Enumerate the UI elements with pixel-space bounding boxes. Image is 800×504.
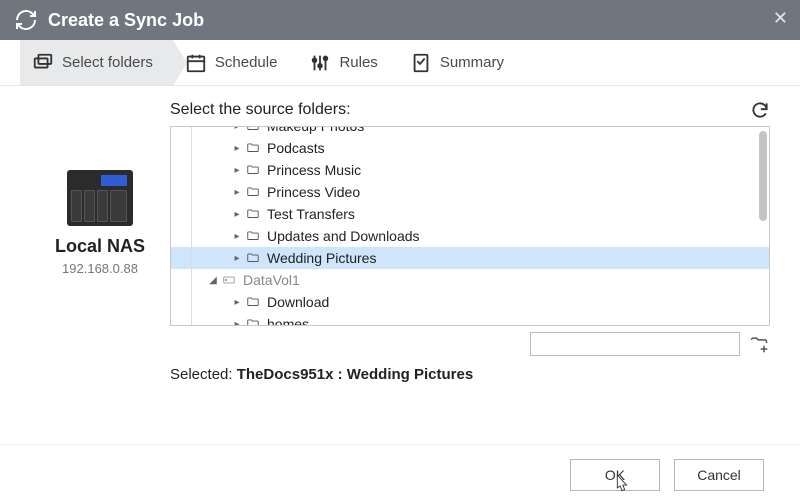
folder-icon [245,163,261,177]
tree-item-label: Download [267,294,329,310]
folder-icon [245,126,261,133]
new-folder-icon[interactable] [748,333,770,355]
chevron-right-icon[interactable]: ▸ [231,319,243,327]
tree-scrollbar[interactable] [759,131,767,221]
chevron-right-icon[interactable]: ▸ [231,165,243,176]
folder-icon [245,251,261,265]
folder-icon [245,141,261,155]
titlebar: Create a Sync Job ✕ [0,0,800,40]
nas-device-image [67,170,133,226]
tree-item-label: Updates and Downloads [267,228,420,244]
folder-icon [245,207,261,221]
dialog-body: Local NAS 192.168.0.88 Select the source… [0,86,800,444]
chevron-right-icon[interactable]: ▸ [231,143,243,154]
sync-app-icon [14,8,38,32]
folder-icon [245,229,261,243]
folder-icon [245,317,261,326]
wizard-steps: Select folders Schedule Rules [0,40,800,86]
chevron-down-icon[interactable]: ◢ [207,275,219,286]
step-schedule[interactable]: Schedule [173,40,298,85]
tree-folder[interactable]: ▸ Princess Music [171,159,769,181]
tree-folder[interactable]: ▸ Updates and Downloads [171,225,769,247]
folder-tree[interactable]: ▸ Makeup Photos ▸ Podcasts ▸ Princess Music ▸ P… [170,126,770,326]
tree-item-label: Princess Music [267,162,361,178]
cancel-button[interactable]: Cancel [674,459,764,491]
tree-item-label: Princess Video [267,184,360,200]
tree-guide-line [191,127,192,325]
tree-folder[interactable]: ▸ Makeup Photos [171,126,769,137]
tree-folder[interactable]: ▸ Podcasts [171,137,769,159]
calendar-icon [185,52,207,74]
folder-picker-panel: Select the source folders: ▸ Makeup Photo… [170,100,770,438]
chevron-right-icon[interactable]: ▸ [231,231,243,242]
step-label: Rules [339,54,377,71]
document-check-icon [410,52,432,74]
chevron-right-icon[interactable]: ▸ [231,297,243,308]
tree-folder[interactable]: ▸ Wedding Pictures [171,247,769,269]
panel-heading: Select the source folders: [170,101,351,119]
dialog-footer: OK Cancel [0,444,800,504]
sliders-icon [309,52,331,74]
chevron-right-icon[interactable]: ▸ [231,253,243,264]
folder-icon [245,185,261,199]
step-label: Select folders [62,54,153,71]
step-select-folders[interactable]: Select folders [20,40,173,85]
tree-folder[interactable]: ▸ homes [171,313,769,326]
step-rules[interactable]: Rules [297,40,397,85]
tree-item-label: Wedding Pictures [267,250,376,266]
tree-folder[interactable]: ▸ Princess Video [171,181,769,203]
tree-folder[interactable]: ▸ Download [171,291,769,313]
step-summary[interactable]: Summary [398,40,524,85]
ok-button[interactable]: OK [570,459,660,491]
folders-stack-icon [32,52,54,74]
device-ip: 192.168.0.88 [62,261,138,276]
drive-icon [221,273,237,287]
chevron-right-icon[interactable]: ▸ [231,126,243,132]
tree-volume[interactable]: ◢ DataVol1 [171,269,769,291]
tree-folder[interactable]: ▸ Test Transfers [171,203,769,225]
chevron-right-icon[interactable]: ▸ [231,209,243,220]
selected-path: TheDocs951x : Wedding Pictures [237,366,473,383]
tree-item-label: homes [267,316,309,326]
source-device-panel: Local NAS 192.168.0.88 [30,100,170,438]
chevron-right-icon[interactable]: ▸ [231,187,243,198]
path-input[interactable] [530,332,740,356]
tree-item-label: DataVol1 [243,272,300,288]
tree-item-label: Test Transfers [267,206,355,222]
step-label: Summary [440,54,504,71]
refresh-button[interactable] [750,100,770,120]
tree-item-label: Podcasts [267,140,325,156]
selected-path-line: Selected: TheDocs951x : Wedding Pictures [170,366,770,383]
sync-job-dialog: Create a Sync Job ✕ Select folders Sched… [0,0,800,504]
selected-prefix: Selected: [170,366,237,383]
step-label: Schedule [215,54,278,71]
folder-icon [245,295,261,309]
device-name: Local NAS [55,236,145,257]
close-icon[interactable]: ✕ [773,8,788,29]
dialog-title: Create a Sync Job [48,10,204,31]
tree-item-label: Makeup Photos [267,126,364,134]
